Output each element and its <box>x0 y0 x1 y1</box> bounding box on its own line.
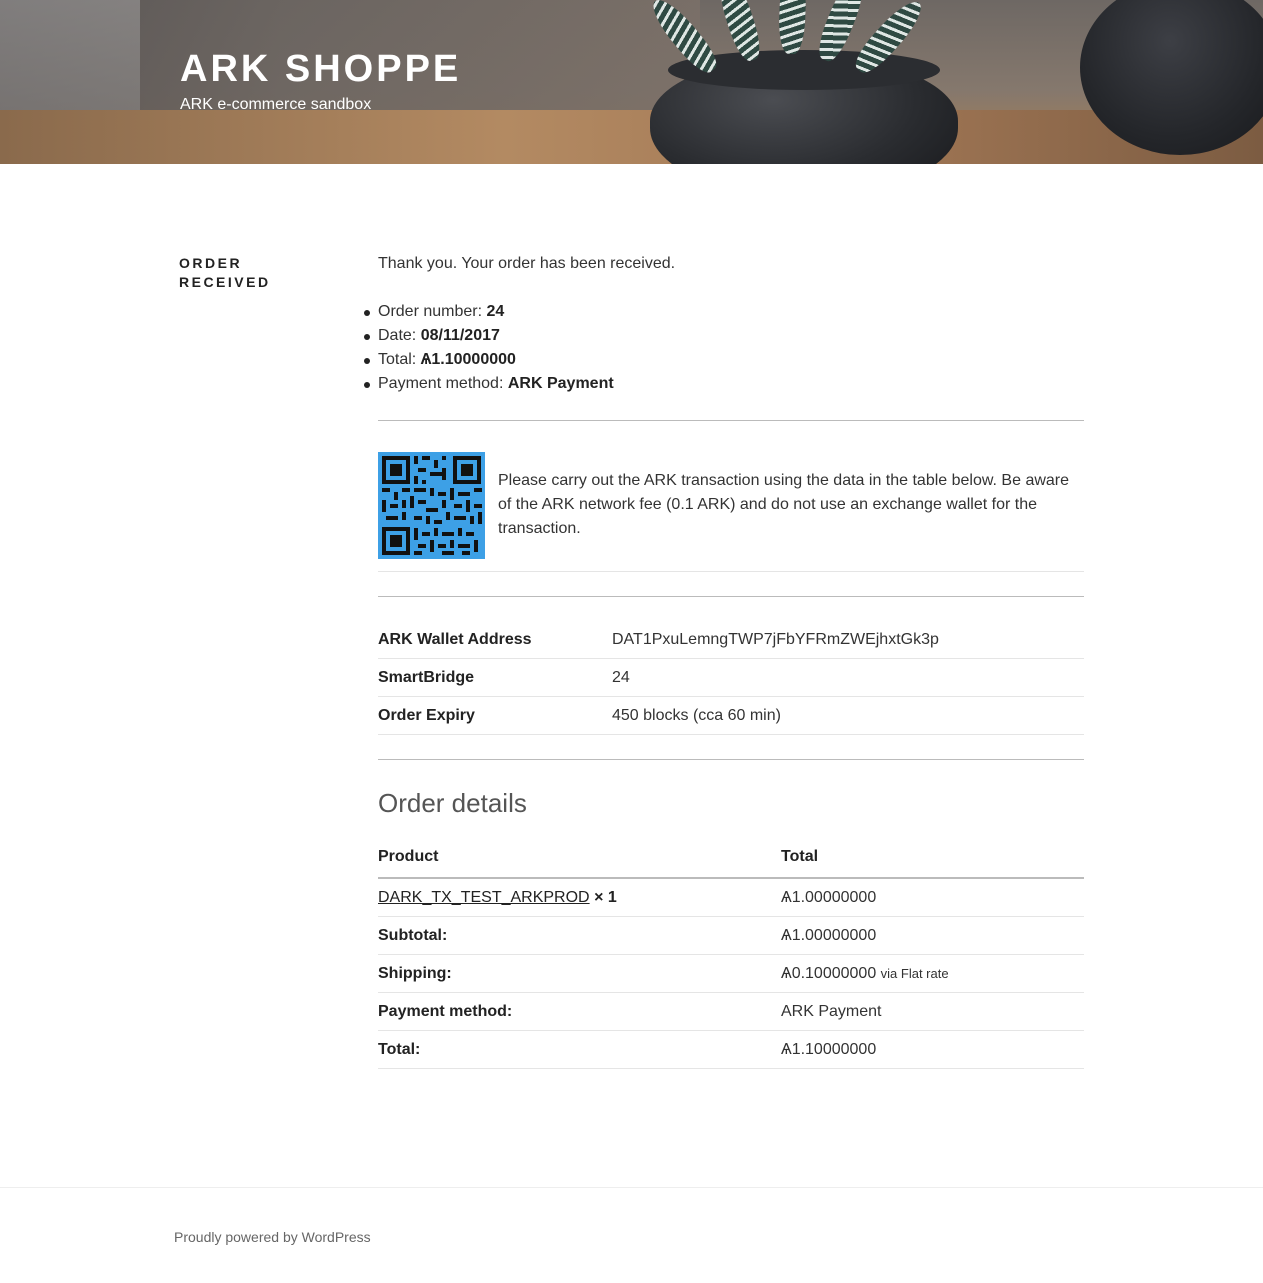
list-item: Date: 08/11/2017 <box>364 324 1084 348</box>
overview-label: Payment method: <box>378 375 504 392</box>
shipping-value: Ѧ0.10000000 <box>781 964 877 982</box>
order-date: 08/11/2017 <box>420 327 500 344</box>
product-link[interactable]: DARK_TX_TEST_ARKPROD <box>378 889 590 906</box>
table-row: Total: Ѧ1.10000000 <box>378 1030 1084 1069</box>
wallet-address-label: ARK Wallet Address <box>378 621 612 659</box>
payment-instructions-text: Please carry out the ARK transaction usi… <box>498 472 1070 537</box>
order-total: Ѧ1.10000000 <box>420 351 516 368</box>
payment-method-value: ARK Payment <box>781 992 1084 1031</box>
site-footer: Proudly powered by WordPress <box>174 1227 371 1247</box>
powered-by-link[interactable]: Proudly powered by WordPress <box>174 1229 371 1245</box>
product-total: Ѧ1.00000000 <box>781 878 1084 917</box>
qr-code-icon <box>382 455 482 555</box>
site-header: ARK SHOPPE ARK e-commerce sandbox <box>0 0 1263 164</box>
order-expiry-value: 450 blocks (cca 60 min) <box>612 696 1084 735</box>
table-row: Shipping: Ѧ0.10000000 via Flat rate <box>378 954 1084 993</box>
order-details-table: Product Total DARK_TX_TEST_ARKPROD × 1 Ѧ… <box>378 837 1084 1069</box>
footer-divider <box>0 1187 1263 1188</box>
order-number: 24 <box>486 303 505 320</box>
order-payment-method: ARK Payment <box>507 375 614 392</box>
order-overview: Order number: 24 Date: 08/11/2017 Total:… <box>364 300 1084 396</box>
total-value: Ѧ1.10000000 <box>781 1030 1084 1069</box>
divider <box>378 596 1084 597</box>
thank-you-message: Thank you. Your order has been received. <box>378 255 676 272</box>
payment-instructions: Please carry out the ARK transaction usi… <box>378 451 1084 559</box>
overview-label: Date: <box>378 327 417 344</box>
overview-label: Total: <box>378 351 417 368</box>
shipping-cell: Ѧ0.10000000 via Flat rate <box>781 954 1084 993</box>
subtotal-label: Subtotal: <box>378 916 781 955</box>
overview-label: Order number: <box>378 303 483 320</box>
divider <box>378 420 1084 421</box>
list-item: Payment method: ARK Payment <box>364 372 1084 396</box>
shipping-label: Shipping: <box>378 954 781 993</box>
smartbridge-value[interactable]: 24 <box>612 658 1084 697</box>
table-row: Payment method: ARK Payment <box>378 992 1084 1031</box>
product-cell: DARK_TX_TEST_ARKPROD × 1 <box>378 878 781 917</box>
page-title: ORDER RECEIVED <box>179 255 271 290</box>
total-label: Total: <box>378 1030 781 1069</box>
list-item: Total: Ѧ1.10000000 <box>364 348 1084 372</box>
table-row: ARK Wallet Address DAT1PxuLemngTWP7jFbYF… <box>378 621 1084 659</box>
divider <box>378 571 1084 572</box>
product-quantity: × 1 <box>594 888 617 906</box>
column-header-total: Total <box>781 837 1084 879</box>
list-item: Order number: 24 <box>364 300 1084 324</box>
order-expiry-label: Order Expiry <box>378 696 612 735</box>
table-row: DARK_TX_TEST_ARKPROD × 1 Ѧ1.00000000 <box>378 878 1084 917</box>
header-window-glow <box>0 0 140 120</box>
shipping-method: via Flat rate <box>880 965 949 981</box>
site-title[interactable]: ARK SHOPPE <box>180 48 461 91</box>
table-header-row: Product Total <box>378 837 1084 879</box>
order-details-heading: Order details <box>378 788 527 818</box>
plant-leaf <box>778 0 808 55</box>
column-header-product: Product <box>378 837 781 879</box>
header-table-surface <box>0 110 1263 164</box>
divider <box>378 759 1084 760</box>
payment-method-label: Payment method: <box>378 992 781 1031</box>
table-row: SmartBridge 24 <box>378 658 1084 697</box>
subtotal-value: Ѧ1.00000000 <box>781 916 1084 955</box>
wallet-address-value[interactable]: DAT1PxuLemngTWP7jFbYFRmZWEjhxtGk3p <box>612 621 1084 659</box>
table-row: Subtotal: Ѧ1.00000000 <box>378 916 1084 955</box>
payment-data-table: ARK Wallet Address DAT1PxuLemngTWP7jFbYF… <box>378 621 1084 735</box>
table-row: Order Expiry 450 blocks (cca 60 min) <box>378 696 1084 735</box>
smartbridge-label: SmartBridge <box>378 658 612 697</box>
order-content: Thank you. Your order has been received.… <box>364 252 1084 1069</box>
site-description: ARK e-commerce sandbox <box>180 96 372 113</box>
qr-code <box>378 451 485 559</box>
